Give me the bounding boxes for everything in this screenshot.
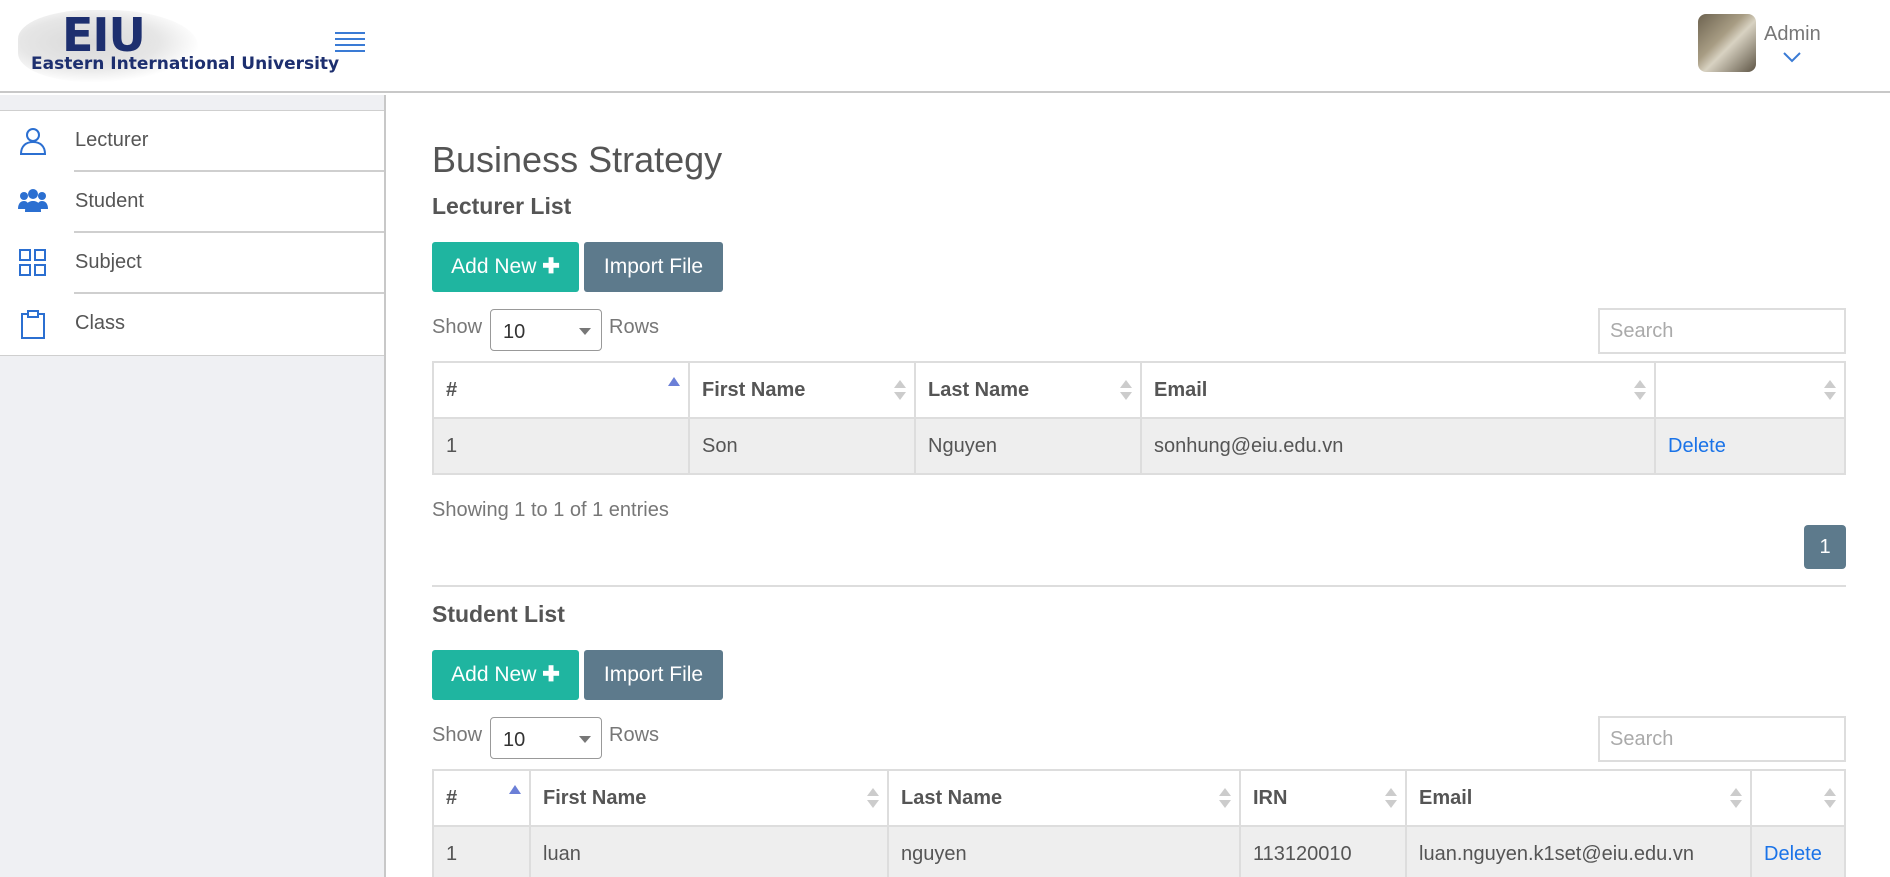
chevron-down-icon[interactable] [1782, 50, 1802, 64]
cell-first-name: Son [688, 417, 916, 475]
sidebar-menu: Lecturer Student Subject Class [0, 110, 384, 356]
sort-icon [1730, 788, 1742, 810]
table-header-row: # First Name Last Name IRN Email [432, 769, 1846, 827]
sort-icon [867, 788, 879, 810]
col-header-index[interactable]: # [432, 361, 690, 419]
section-divider [432, 585, 1846, 587]
cell-actions: Delete [1654, 417, 1846, 475]
caret-down-icon [579, 736, 591, 743]
cell-irn: 113120010 [1239, 825, 1407, 877]
lecturer-search-input[interactable] [1598, 308, 1846, 354]
sort-icon [1824, 788, 1836, 810]
col-header-last-name[interactable]: Last Name [914, 361, 1142, 419]
col-header-last-name[interactable]: Last Name [887, 769, 1241, 827]
student-search-input[interactable] [1598, 716, 1846, 762]
pagination-page-1[interactable]: 1 [1804, 525, 1846, 569]
plus-icon: ✚ [542, 663, 560, 686]
top-navbar: EIU Eastern International University Adm… [0, 0, 1890, 93]
import-student-file-button[interactable]: Import File [584, 650, 723, 700]
table-info: Showing 1 to 1 of 1 entries [432, 499, 669, 521]
logo-text: EIU [62, 8, 146, 62]
sort-icon [1385, 788, 1397, 810]
col-header-first-name[interactable]: First Name [529, 769, 889, 827]
sidebar-item-subject[interactable]: Subject [0, 233, 384, 294]
add-lecturer-button[interactable]: Add New ✚ [432, 242, 579, 292]
table-row: 1 luan nguyen 113120010 luan.nguyen.k1se… [432, 825, 1846, 877]
rows-label: Rows [609, 316, 660, 338]
delete-link[interactable]: Delete [1668, 435, 1726, 457]
user-outline-icon [19, 128, 47, 155]
grid-icon [19, 249, 46, 276]
sort-icon [1120, 380, 1132, 402]
add-button-label: Add New [451, 663, 537, 686]
import-lecturer-file-button[interactable]: Import File [584, 242, 723, 292]
rows-label: Rows [609, 724, 660, 746]
cell-email: luan.nguyen.k1set@eiu.edu.vn [1405, 825, 1752, 877]
cell-last-name: Nguyen [914, 417, 1142, 475]
sort-icon [1219, 788, 1231, 810]
sidebar-item-label: Subject [75, 251, 142, 273]
cell-actions: Delete [1750, 825, 1846, 877]
col-header-first-name[interactable]: First Name [688, 361, 916, 419]
cell-last-name: nguyen [887, 825, 1241, 877]
sort-asc-icon [668, 377, 680, 386]
col-header-email[interactable]: Email [1140, 361, 1656, 419]
cell-index: 1 [432, 417, 690, 475]
student-table: # First Name Last Name IRN Email 1 luan … [432, 769, 1846, 877]
cell-index: 1 [432, 825, 531, 877]
avatar[interactable] [1698, 14, 1756, 72]
student-list-title: Student List [432, 601, 565, 627]
col-header-email[interactable]: Email [1405, 769, 1752, 827]
sidebar-item-student[interactable]: Student [0, 172, 384, 233]
rows-select-value: 10 [503, 321, 526, 343]
caret-down-icon [579, 328, 591, 335]
sidebar-item-lecturer[interactable]: Lecturer [0, 111, 384, 172]
sort-icon [894, 380, 906, 402]
col-header-irn[interactable]: IRN [1239, 769, 1407, 827]
lecturer-rows-select[interactable]: 10 [490, 309, 602, 351]
rows-select-value: 10 [503, 729, 526, 751]
add-student-button[interactable]: Add New ✚ [432, 650, 579, 700]
delete-link[interactable]: Delete [1764, 843, 1822, 865]
sidebar: Lecturer Student Subject Class [0, 95, 386, 877]
sort-icon [1824, 380, 1836, 402]
clipboard-icon [21, 310, 45, 339]
lecturer-table: # First Name Last Name Email 1 Son Nguye… [432, 361, 1846, 475]
cell-email: sonhung@eiu.edu.vn [1140, 417, 1656, 475]
sidebar-item-label: Class [75, 312, 126, 334]
col-header-actions[interactable] [1750, 769, 1846, 827]
page-title: Business Strategy [432, 139, 723, 180]
sidebar-item-label: Student [75, 190, 144, 212]
sidebar-item-class[interactable]: Class [0, 294, 384, 355]
sort-asc-icon [509, 785, 521, 794]
lecturer-list-title: Lecturer List [432, 193, 572, 219]
col-header-actions[interactable] [1654, 361, 1846, 419]
users-group-icon [18, 189, 48, 212]
sort-icon [1634, 380, 1646, 402]
add-button-label: Add New [451, 255, 537, 278]
cell-first-name: luan [529, 825, 889, 877]
plus-icon: ✚ [542, 255, 560, 278]
sidebar-item-label: Lecturer [75, 129, 149, 151]
show-label: Show [432, 724, 483, 746]
logo-subtitle: Eastern International University [31, 54, 340, 74]
student-rows-select[interactable]: 10 [490, 717, 602, 759]
show-label: Show [432, 316, 483, 338]
user-name[interactable]: Admin [1764, 23, 1821, 46]
table-row: 1 Son Nguyen sonhung@eiu.edu.vn Delete [432, 417, 1846, 475]
col-header-index[interactable]: # [432, 769, 531, 827]
table-header-row: # First Name Last Name Email [432, 361, 1846, 419]
eiu-logo[interactable]: EIU Eastern International University [18, 6, 339, 82]
menu-toggle-icon[interactable] [335, 32, 365, 54]
